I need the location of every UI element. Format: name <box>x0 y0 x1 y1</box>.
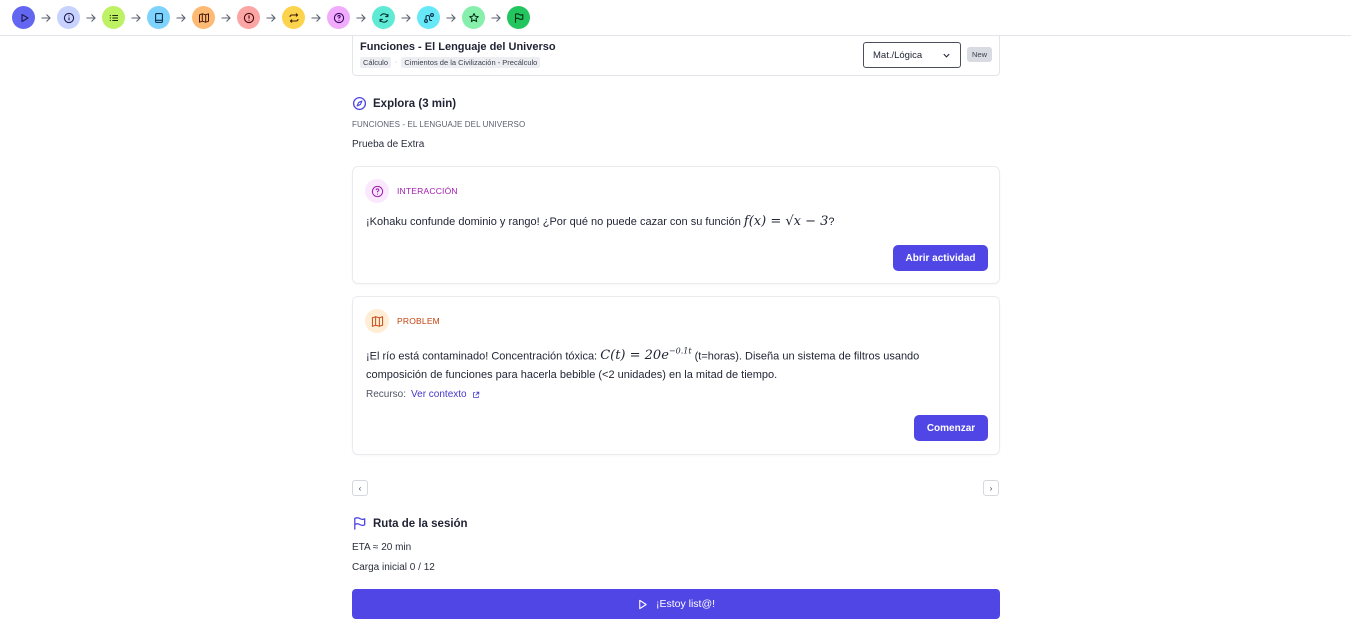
arrow-right-icon <box>170 6 192 29</box>
step-list-icon[interactable] <box>102 6 125 29</box>
arrow-right-icon <box>350 6 372 29</box>
map-icon <box>365 309 389 333</box>
step-repeat-icon[interactable] <box>282 6 305 29</box>
explore-section: Explora (3 min) FUNCIONES - EL LENGUAJE … <box>352 96 1000 150</box>
lesson-tags: Cálculo · Cimientos de la Civilización -… <box>360 57 541 68</box>
tag-subject: Cálculo <box>360 57 392 68</box>
start-button[interactable]: Comenzar <box>914 415 988 441</box>
route-icon <box>423 12 434 23</box>
session-section: Ruta de la sesión ETA ≈ 20 min Carga ini… <box>352 516 1000 573</box>
external-link-icon <box>472 391 479 398</box>
session-load: Carga inicial 0 / 12 <box>352 562 435 573</box>
problem-text: ¡El río está contaminado! Concentración … <box>366 342 919 385</box>
new-badge: New <box>967 47 993 62</box>
ready-button-label: ¡Estoy list@! <box>655 598 716 610</box>
ready-button[interactable]: ¡Estoy list@! <box>352 589 1000 619</box>
problem-text-main: ¡El río está contaminado! Concentración … <box>366 350 601 363</box>
tag-separator: · <box>395 59 398 66</box>
arrow-right-icon <box>305 6 327 29</box>
star-icon <box>468 12 479 22</box>
step-book-icon[interactable] <box>147 6 170 29</box>
session-eta: ETA ≈ 20 min <box>352 542 412 553</box>
problem-label: PROBLEM <box>397 316 440 326</box>
step-alert-icon[interactable] <box>237 6 260 29</box>
resource-label: Recurso: <box>366 389 407 400</box>
refresh-icon <box>379 12 388 23</box>
lesson-header: Funciones - El Lenguaje del Universo Cál… <box>352 36 1000 76</box>
map-icon <box>198 12 209 23</box>
arrow-right-icon <box>395 6 417 29</box>
question-icon <box>333 12 344 23</box>
step-star-icon[interactable] <box>462 6 485 29</box>
info-icon <box>63 12 74 23</box>
prev-page-button[interactable]: ‹ <box>352 480 368 496</box>
explore-title: Explora (3 min) <box>373 97 457 110</box>
view-context-link[interactable]: Ver contexto <box>411 389 467 400</box>
session-heading: Ruta de la sesión <box>352 516 1000 531</box>
arrow-right-icon <box>260 6 282 29</box>
compass-icon <box>352 96 367 111</box>
arrow-right-icon <box>35 6 57 29</box>
interaction-card: INTERACCIÓN ¡Kohaku confunde dominio y r… <box>352 166 1000 284</box>
flag-icon <box>354 517 366 530</box>
tag-unit: Cimientos de la Civilización - Precálcul… <box>401 57 541 68</box>
resource-row: Recurso: Ver contexto <box>366 389 480 400</box>
step-route-icon[interactable] <box>417 6 440 29</box>
open-activity-button[interactable]: Abrir actividad <box>893 245 988 271</box>
step-question-icon[interactable] <box>327 6 350 29</box>
explore-subtitle: FUNCIONES - EL LENGUAJE DEL UNIVERSO <box>352 120 526 129</box>
arrow-right-icon <box>80 6 102 29</box>
step-play-icon[interactable] <box>12 6 35 29</box>
chevron-down-icon <box>943 53 950 58</box>
list-icon <box>109 14 118 21</box>
step-bar <box>0 0 1351 36</box>
interaction-text: ¡Kohaku confunde dominio y rango! ¿Por q… <box>366 212 835 232</box>
problem-math: C(t) = 20e−0.1t <box>600 347 692 364</box>
step-info-icon[interactable] <box>57 6 80 29</box>
explore-heading: Explora (3 min) <box>352 96 1000 111</box>
play-icon <box>639 599 647 609</box>
interaction-text-main: ¡Kohaku confunde dominio y rango! ¿Por q… <box>366 216 744 228</box>
step-flag-icon[interactable] <box>507 6 530 29</box>
lesson-title: Funciones - El Lenguaje del Universo <box>360 41 556 53</box>
interaction-chip: INTERACCIÓN <box>365 179 458 203</box>
category-select-value: Mat./Lógica <box>873 49 923 61</box>
book-icon <box>154 12 163 23</box>
problem-text-rest: (t=horas). Diseña un sistema de filtros … <box>691 350 920 363</box>
alert-icon <box>243 12 254 23</box>
problem-card: PROBLEM ¡El río está contaminado! Concen… <box>352 296 1000 455</box>
problem-line-2: composición de funciones para hacerla be… <box>366 369 778 382</box>
question-icon <box>365 179 389 203</box>
problem-math-base: C(t) = 20e <box>600 348 669 364</box>
arrow-right-icon <box>485 6 507 29</box>
interaction-label: INTERACCIÓN <box>397 186 458 196</box>
explore-note: Prueba de Extra <box>352 139 425 150</box>
problem-math-exponent: −0.1t <box>668 347 692 356</box>
repeat-icon <box>288 12 299 23</box>
step-map-icon[interactable] <box>192 6 215 29</box>
arrow-right-icon <box>440 6 462 29</box>
arrow-right-icon <box>125 6 147 29</box>
arrow-right-icon <box>215 6 237 29</box>
next-page-button[interactable]: › <box>983 480 999 496</box>
play-icon <box>20 13 29 22</box>
flag-icon <box>514 12 523 23</box>
session-title: Ruta de la sesión <box>373 517 468 530</box>
step-refresh-icon[interactable] <box>372 6 395 29</box>
problem-chip: PROBLEM <box>365 309 440 333</box>
category-select[interactable]: Mat./Lógica <box>863 42 961 68</box>
interaction-text-end: ? <box>828 216 835 228</box>
interaction-math: f(x) = √x − 3 <box>743 214 829 229</box>
problem-line-1: ¡El río está contaminado! Concentración … <box>366 342 919 366</box>
